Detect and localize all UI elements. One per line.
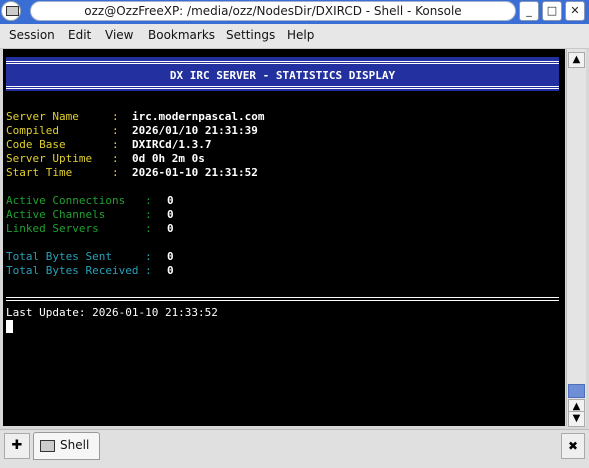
tab-shell[interactable]: Shell [33,432,100,460]
menubar: Session Edit View Bookmarks Settings Hel… [0,24,589,49]
info-label-server-name: Server Name : [6,110,119,123]
terminal-area[interactable]: DX IRC SERVER - STATISTICS DISPLAY Serve… [3,49,565,426]
scroll-down-button[interactable]: ▼ [568,411,585,427]
info-value-server-name: irc.modernpascal.com [132,110,265,123]
separator-bottom [6,300,559,301]
info-value-compiled: 2026/01/10 21:31:39 [132,124,258,137]
info-label-code-base: Code Base : [6,138,119,151]
tab-bar: ✚ Shell ✖ [0,429,589,468]
scroll-thumb[interactable] [568,384,585,398]
stat-label-active-channels: Active Channels : [6,208,152,221]
menu-bookmarks[interactable]: Bookmarks [148,28,215,42]
maximize-button[interactable]: □ [542,1,562,21]
last-update-line: Last Update: 2026-01-10 21:33:52 [6,306,218,319]
tab-label: Shell [60,438,90,452]
info-label-uptime: Server Uptime : [6,152,119,165]
stat-value-bytes-sent: 0 [167,250,174,263]
terminal-cursor [6,320,13,333]
stat-label-bytes-sent: Total Bytes Sent : [6,250,152,263]
info-value-uptime: 0d 0h 2m 0s [132,152,205,165]
info-label-compiled: Compiled : [6,124,119,137]
stat-value-bytes-received: 0 [167,264,174,277]
stat-value-active-channels: 0 [167,208,174,221]
terminal-app-icon[interactable] [1,1,21,21]
menu-view[interactable]: View [105,28,133,42]
separator-top [6,297,559,298]
new-tab-button[interactable]: ✚ [4,433,30,459]
close-button[interactable]: ✕ [565,1,585,21]
window-title-pill: ozz@OzzFreeXP: /media/ozz/NodesDir/DXIRC… [30,1,516,21]
banner: DX IRC SERVER - STATISTICS DISPLAY [6,57,559,91]
scroll-up-button[interactable]: ▲ [568,52,585,68]
menu-settings[interactable]: Settings [226,28,275,42]
close-tab-button[interactable]: ✖ [561,433,585,459]
info-value-start-time: 2026-01-10 21:31:52 [132,166,258,179]
window-titlebar[interactable]: ozz@OzzFreeXP: /media/ozz/NodesDir/DXIRC… [0,0,589,24]
menu-session[interactable]: Session [9,28,55,42]
stat-value-active-connections: 0 [167,194,174,207]
menu-help[interactable]: Help [287,28,314,42]
terminal-scrollbar[interactable]: ▲ ▲ ▼ [566,49,586,427]
stat-label-bytes-received: Total Bytes Received : [6,264,152,277]
banner-title: DX IRC SERVER - STATISTICS DISPLAY [169,69,396,82]
stat-label-linked-servers: Linked Servers : [6,222,152,235]
info-value-code-base: DXIRCd/1.3.7 [132,138,212,151]
stat-value-linked-servers: 0 [167,222,174,235]
terminal-icon [40,440,55,452]
info-label-start-time: Start Time : [6,166,119,179]
menu-edit[interactable]: Edit [68,28,91,42]
stat-label-active-connections: Active Connections : [6,194,152,207]
window-title: ozz@OzzFreeXP: /media/ozz/NodesDir/DXIRC… [84,4,462,18]
minimize-button[interactable]: _ [519,1,539,21]
